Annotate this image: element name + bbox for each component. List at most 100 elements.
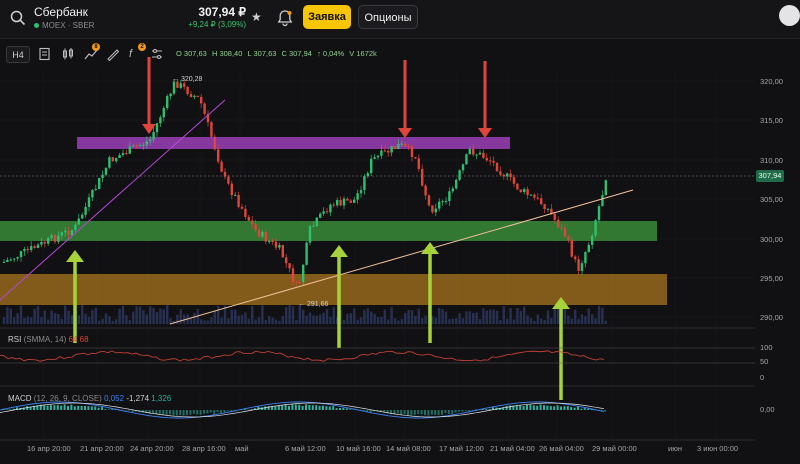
star-icon[interactable]: ★ bbox=[251, 10, 262, 24]
macd-histogram-bar bbox=[407, 410, 409, 416]
macd-histogram-bar bbox=[135, 410, 137, 412]
candle-body bbox=[427, 195, 431, 206]
y-axis-label: 300,00 bbox=[760, 235, 783, 244]
macd-histogram-bar bbox=[175, 410, 178, 416]
candle-body bbox=[533, 194, 536, 198]
volume-bar bbox=[387, 319, 390, 324]
candle-body bbox=[485, 157, 488, 161]
rsi-label[interactable]: RSI (SMMA, 14) 64 68 bbox=[8, 335, 89, 344]
macd-histogram-bar bbox=[233, 410, 236, 412]
candle-body bbox=[563, 227, 567, 237]
volume-bar bbox=[64, 305, 67, 324]
volume-bar bbox=[376, 317, 380, 324]
macd-histogram-bar bbox=[427, 410, 430, 416]
volume-bar bbox=[475, 312, 478, 324]
candle-body bbox=[336, 200, 339, 206]
macd-histogram-bar bbox=[169, 410, 171, 415]
volume-bar bbox=[53, 313, 57, 324]
volume-bar bbox=[495, 310, 499, 324]
candle-body bbox=[475, 154, 478, 156]
chart-type-icon[interactable] bbox=[38, 47, 52, 61]
macd-histogram-bar bbox=[131, 410, 134, 412]
macd-histogram-bar bbox=[284, 404, 287, 410]
timeframe-selector[interactable]: H4 bbox=[6, 46, 30, 63]
volume-bar bbox=[397, 320, 400, 324]
candle-body bbox=[43, 241, 46, 244]
order-button[interactable]: Заявка bbox=[303, 5, 351, 29]
candle-body bbox=[543, 204, 546, 210]
macd-histogram-bar bbox=[22, 407, 25, 410]
volume-bar bbox=[176, 314, 179, 324]
macd-histogram-bar bbox=[553, 406, 556, 410]
avatar-icon[interactable] bbox=[779, 5, 800, 26]
volume-bar bbox=[149, 306, 152, 324]
macd-histogram-bar bbox=[328, 406, 331, 410]
candle-body bbox=[363, 176, 366, 191]
macd-histogram-bar bbox=[458, 410, 460, 412]
candle-body bbox=[274, 241, 278, 248]
volume-bar bbox=[183, 314, 186, 324]
candle-body bbox=[264, 231, 267, 242]
volume-bar bbox=[356, 319, 359, 324]
macd-histogram-bar bbox=[583, 408, 586, 410]
macd-histogram-bar bbox=[454, 410, 457, 413]
candle-body bbox=[2, 261, 6, 263]
macd-histogram-bar bbox=[257, 406, 260, 410]
candle-body bbox=[281, 245, 284, 258]
macd-histogram-bar bbox=[294, 404, 297, 410]
macd-histogram-bar bbox=[60, 405, 63, 410]
volume-bar bbox=[295, 319, 298, 324]
search-icon[interactable] bbox=[10, 10, 26, 26]
compare-icon[interactable] bbox=[150, 47, 164, 61]
demand-zone bbox=[0, 274, 667, 305]
macd-histogram-bar bbox=[254, 408, 256, 410]
rsi-axis-label: 50 bbox=[760, 357, 769, 366]
ticker-name[interactable]: Сбербанк bbox=[34, 5, 88, 19]
candle-body bbox=[132, 145, 135, 147]
candle-body bbox=[414, 157, 417, 159]
candle-body bbox=[604, 180, 607, 196]
volume-bar bbox=[145, 314, 148, 324]
candle-body bbox=[33, 246, 36, 248]
macd-histogram-bar bbox=[505, 405, 508, 410]
options-button[interactable]: Опционы bbox=[358, 5, 418, 29]
candle-body bbox=[64, 230, 67, 233]
macd-label[interactable]: MACD (12, 26, 9, CLOSE) 0,052 -1,274 1,3… bbox=[8, 394, 171, 403]
candle-body bbox=[349, 200, 352, 203]
candle-body bbox=[594, 220, 597, 236]
y-axis-label: 315,00 bbox=[760, 116, 783, 125]
volume-bar bbox=[36, 306, 40, 324]
macd-histogram-bar bbox=[475, 409, 477, 410]
candles-icon[interactable] bbox=[61, 47, 75, 61]
ohlc-low: L 307,63 bbox=[247, 49, 277, 58]
macd-histogram-bar bbox=[325, 406, 328, 410]
volume-bar bbox=[98, 320, 101, 324]
candle-body bbox=[138, 145, 142, 147]
candle-body bbox=[346, 198, 349, 201]
rsi-axis-label: 100 bbox=[760, 343, 773, 352]
volume-bar bbox=[492, 309, 495, 324]
volume-bar bbox=[9, 308, 12, 324]
candle-body bbox=[50, 235, 53, 238]
macd-histogram-bar bbox=[437, 410, 440, 416]
bell-icon[interactable] bbox=[276, 9, 294, 27]
market-status-dot bbox=[34, 23, 39, 29]
candle-body bbox=[247, 216, 250, 221]
macd-axis-label: 0,00 bbox=[760, 405, 775, 414]
volume-bar bbox=[291, 306, 295, 324]
volume-bar bbox=[465, 311, 468, 324]
macd-histogram-bar bbox=[396, 410, 399, 414]
volume-bar bbox=[70, 315, 74, 324]
drawing-icon[interactable] bbox=[106, 47, 120, 61]
volume-bar bbox=[230, 309, 233, 324]
volume-bar bbox=[152, 307, 155, 324]
candle-body bbox=[383, 150, 386, 152]
macd-histogram-bar bbox=[577, 406, 579, 410]
trendline-purple bbox=[0, 99, 226, 301]
candle-body bbox=[597, 206, 601, 221]
macd-histogram-bar bbox=[488, 409, 491, 410]
y-axis-label: 290,00 bbox=[760, 313, 783, 322]
macd-histogram-bar bbox=[318, 405, 321, 410]
volume-bar bbox=[271, 317, 274, 324]
candle-body bbox=[240, 206, 244, 209]
